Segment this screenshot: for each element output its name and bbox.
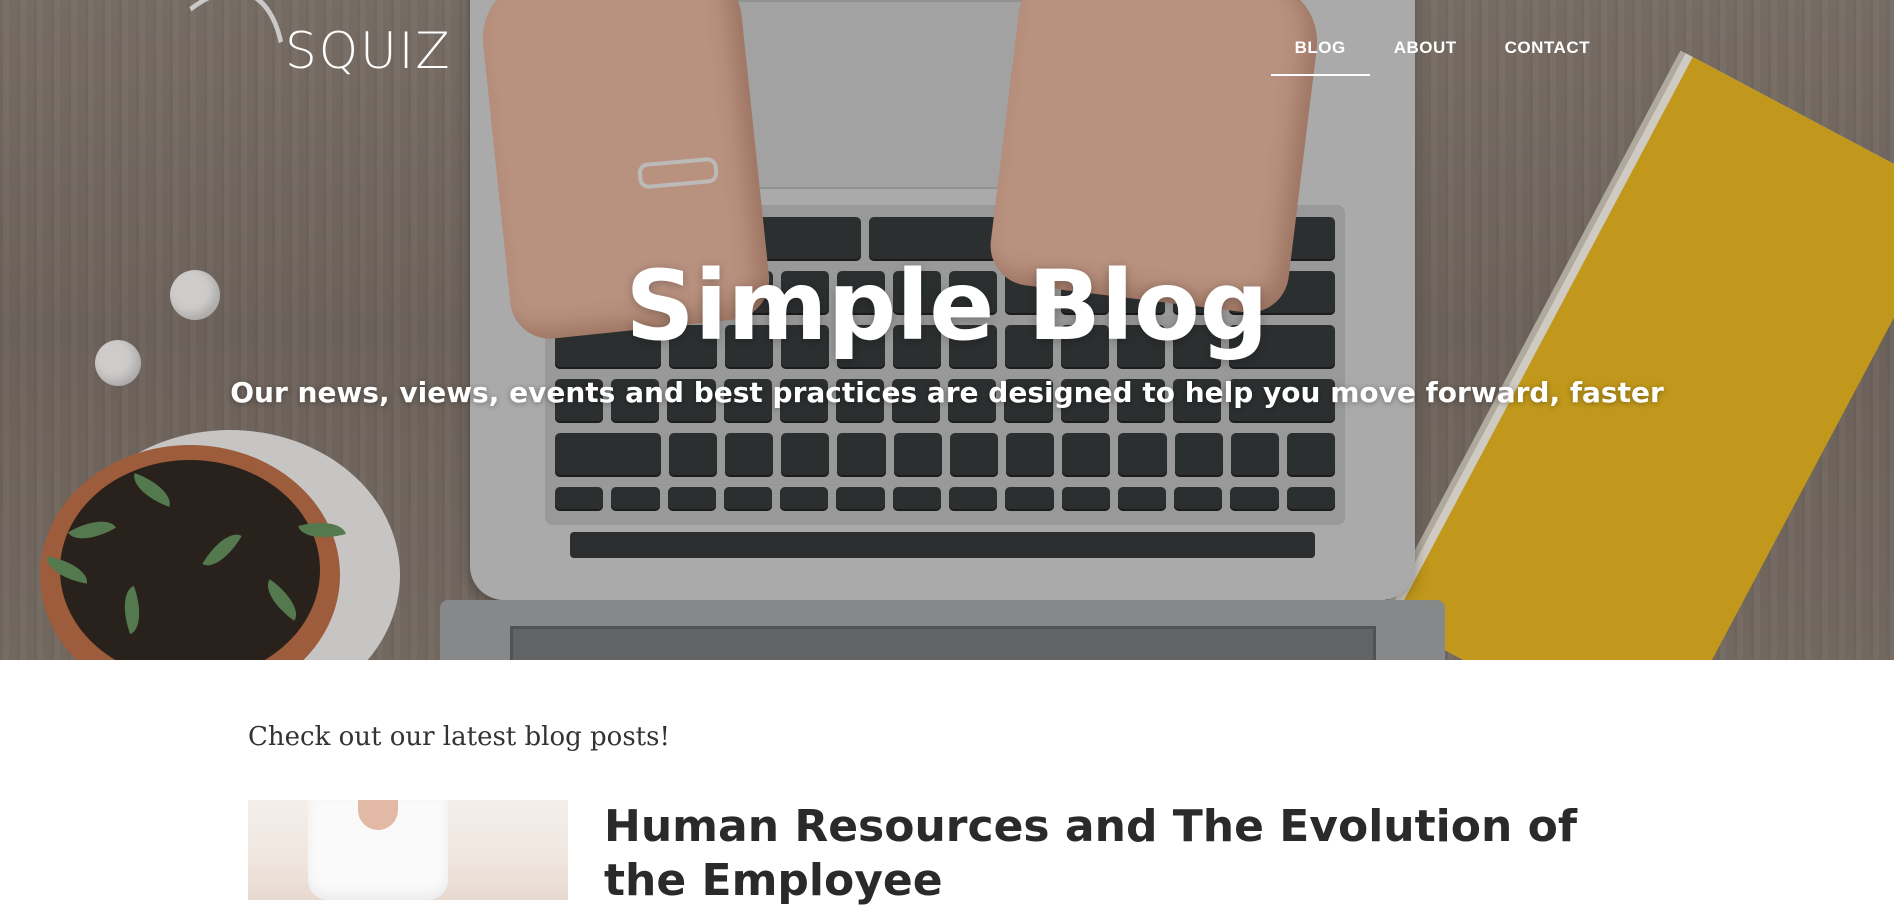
nav-item-about[interactable]: ABOUT [1370,38,1481,76]
hero-title: Simple Blog [625,250,1269,362]
nav-item-contact[interactable]: CONTACT [1481,38,1614,76]
post-thumbnail[interactable] [248,800,568,900]
hero-banner: SQUIZ BLOG ABOUT CONTACT Simple Blog Our… [0,0,1894,660]
main-nav: BLOG ABOUT CONTACT [1270,38,1614,76]
post-title-link[interactable]: Human Resources and The Evolution of the… [604,800,1654,908]
nav-item-blog[interactable]: BLOG [1270,38,1370,76]
squiz-logo[interactable]: SQUIZ [285,22,452,80]
hero-subtitle: Our news, views, events and best practic… [230,376,1664,409]
blog-intro-text: Check out our latest blog posts! [248,722,670,752]
